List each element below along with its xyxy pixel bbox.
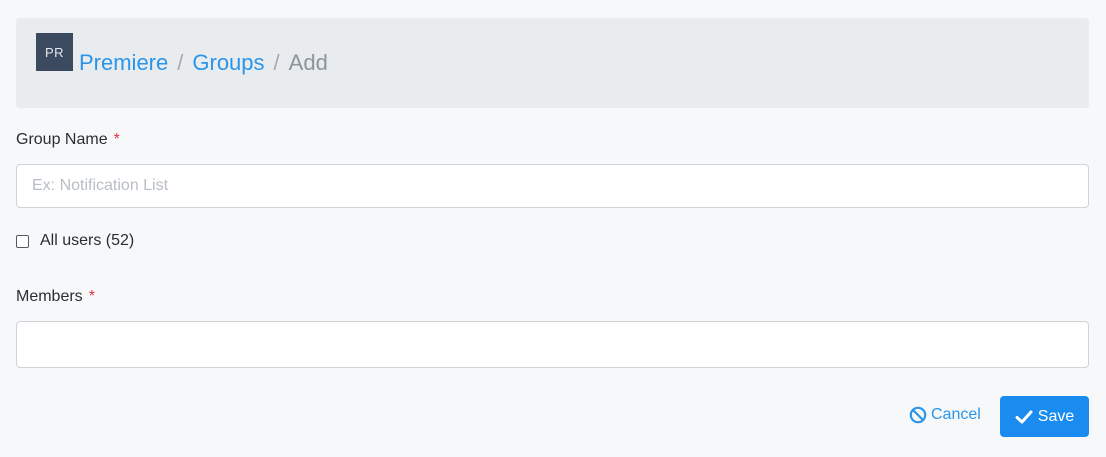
required-marker: *: [113, 131, 120, 148]
all-users-checkbox[interactable]: [16, 234, 29, 248]
breadcrumb-separator: /: [273, 50, 280, 75]
avatar: PR: [36, 33, 73, 71]
members-input[interactable]: [16, 321, 1089, 368]
required-marker: *: [88, 288, 95, 305]
breadcrumb-separator: /: [177, 50, 184, 75]
breadcrumb: Premiere / Groups / Add: [79, 48, 328, 78]
page: PR Premiere / Groups / Add Group Name * All u…: [0, 0, 1106, 457]
group-name-label-text: Group Name: [16, 131, 108, 148]
ban-icon: [909, 406, 927, 424]
group-name-input[interactable]: [16, 164, 1089, 208]
members-label-text: Members: [16, 288, 83, 305]
page-header: PR Premiere / Groups / Add: [16, 18, 1089, 108]
members-label: Members *: [16, 288, 95, 306]
cancel-label: Cancel: [931, 406, 981, 423]
all-users-option[interactable]: All users (52): [16, 232, 134, 250]
breadcrumb-link-premiere[interactable]: Premiere: [79, 50, 168, 75]
group-name-label: Group Name *: [16, 131, 120, 149]
all-users-label: All users (52): [40, 232, 135, 249]
breadcrumb-link-groups[interactable]: Groups: [192, 50, 264, 75]
breadcrumb-current: Add: [288, 50, 328, 75]
save-button[interactable]: Save: [1000, 396, 1089, 437]
check-icon: [1015, 410, 1033, 423]
avatar-initials: PR: [44, 44, 65, 60]
cancel-button[interactable]: Cancel: [909, 401, 981, 429]
save-label: Save: [1037, 407, 1075, 425]
